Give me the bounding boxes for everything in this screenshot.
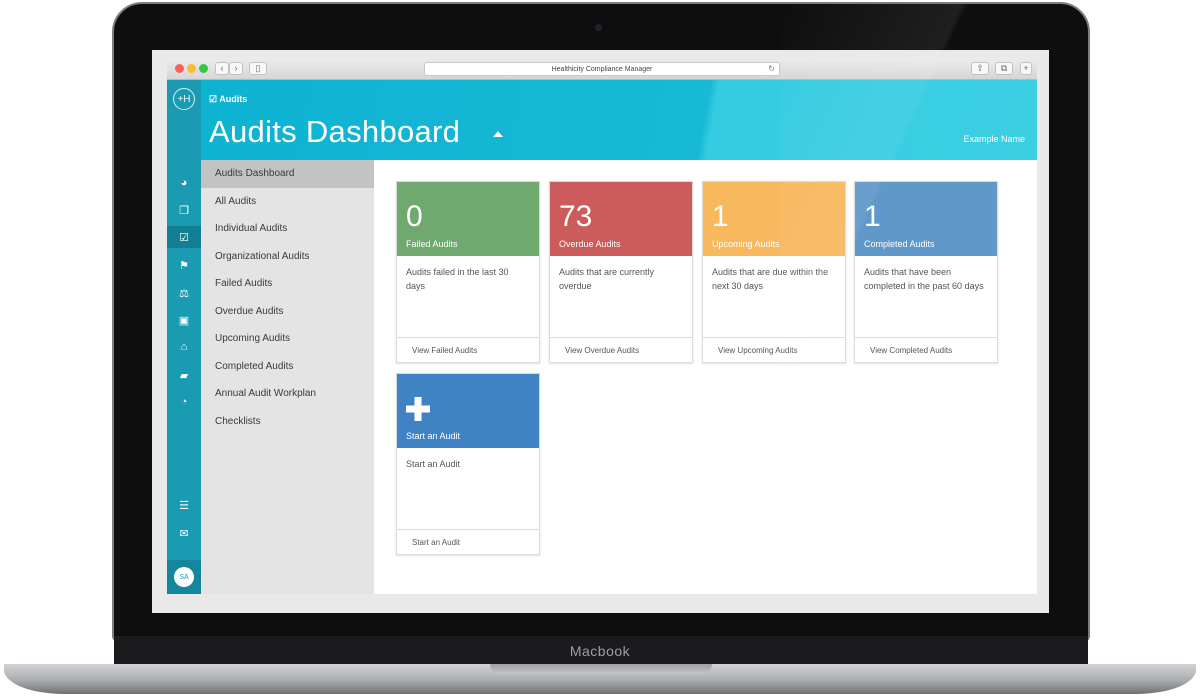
card-link-overdue-audits[interactable]: View Overdue Audits bbox=[550, 337, 692, 363]
dashboard-gauge-icon[interactable]: ◕ bbox=[167, 172, 201, 194]
new-tab-icon[interactable]: + bbox=[1020, 62, 1032, 75]
browser-window: ‹ › ▯ Healthicity Compliance Manager ↻ ⇧… bbox=[167, 58, 1037, 594]
pie-chart-icon[interactable]: ◔ bbox=[167, 391, 201, 413]
card-link-failed-audits[interactable]: View Failed Audits bbox=[397, 337, 539, 363]
card-title: Overdue Audits bbox=[559, 239, 621, 249]
breadcrumb[interactable]: ☑ Audits bbox=[209, 94, 247, 105]
card-header: 1 Completed Audits bbox=[855, 182, 997, 256]
reload-icon[interactable]: ↻ bbox=[768, 64, 775, 73]
card-description: Audits that are due within the next 30 d… bbox=[712, 267, 829, 291]
card-title: Upcoming Audits bbox=[712, 239, 780, 249]
folder-open-icon[interactable]: ▰ bbox=[167, 364, 201, 386]
page-header: ☑ Audits Audits Dashboard Example Name bbox=[201, 80, 1037, 160]
card-description: Audits that are currently overdue bbox=[559, 267, 655, 291]
minimize-window-button[interactable] bbox=[187, 64, 196, 73]
documents-icon[interactable]: ❐ bbox=[167, 199, 201, 221]
card-title: Start an Audit bbox=[406, 431, 461, 441]
card-title: Failed Audits bbox=[406, 239, 458, 249]
card-link-upcoming-audits[interactable]: View Upcoming Audits bbox=[703, 337, 845, 363]
chevron-left-icon[interactable]: ‹ bbox=[215, 62, 229, 75]
sidebar-toggle-icon[interactable]: ▯ bbox=[249, 62, 267, 75]
laptop-brand-label: Macbook bbox=[569, 643, 631, 659]
chevron-right-icon[interactable]: › bbox=[229, 62, 243, 75]
card-failed-audits[interactable]: 0 Failed Audits Audits failed in the last … bbox=[396, 181, 540, 363]
card-link-start-an-audit[interactable]: Start an Audit bbox=[397, 529, 539, 555]
card-link-completed-audits[interactable]: View Completed Audits bbox=[855, 337, 997, 363]
card-header: 73 Overdue Audits bbox=[550, 182, 692, 256]
subnav-item-failed-audits[interactable]: Failed Audits bbox=[201, 270, 374, 298]
laptop-screen: ‹ › ▯ Healthicity Compliance Manager ↻ ⇧… bbox=[152, 50, 1049, 613]
plus-icon bbox=[406, 397, 430, 421]
card-completed-audits[interactable]: 1 Completed Audits Audits that have been c… bbox=[854, 181, 998, 363]
laptop-hinge-notch bbox=[490, 664, 712, 674]
app-logo[interactable]: +H bbox=[173, 88, 195, 110]
address-bar[interactable]: Healthicity Compliance Manager ↻ bbox=[424, 62, 780, 76]
card-count: 73 bbox=[559, 200, 593, 233]
close-window-button[interactable] bbox=[175, 64, 184, 73]
caret-up-icon[interactable] bbox=[493, 131, 503, 137]
app-root: +H ◕ ❐ ☑ ⚑ ⚖ ▣ ⌂ ▰ ◔ ☰ ✉ SA ☑ Audits Audits Dashbo… bbox=[167, 80, 1037, 594]
subnav-item-organizational-audits[interactable]: Organizational Audits bbox=[201, 243, 374, 271]
card-description: Audits that have been completed in the p… bbox=[864, 267, 984, 291]
card-header: 1 Upcoming Audits bbox=[703, 182, 845, 256]
envelope-icon[interactable]: ✉ bbox=[167, 522, 201, 544]
dashboard-content: 0 Failed Audits Audits failed in the last … bbox=[374, 160, 1037, 594]
subnav-item-audits-dashboard[interactable]: Audits Dashboard bbox=[201, 160, 374, 188]
page-url-title: Healthicity Compliance Manager bbox=[551, 65, 653, 73]
briefcase-icon[interactable]: ▣ bbox=[167, 309, 201, 331]
icon-rail: +H ◕ ❐ ☑ ⚑ ⚖ ▣ ⌂ ▰ ◔ ☰ ✉ SA bbox=[167, 80, 201, 594]
subnav-item-individual-audits[interactable]: Individual Audits bbox=[201, 215, 374, 243]
camera bbox=[595, 24, 602, 31]
subnav-item-checklists[interactable]: Checklists bbox=[201, 408, 374, 436]
card-count: 1 bbox=[864, 200, 881, 233]
card-description: Start an Audit bbox=[406, 459, 461, 469]
balance-scale-icon[interactable]: ⚖ bbox=[167, 282, 201, 304]
list-ordered-icon[interactable]: ☰ bbox=[167, 494, 201, 516]
tabs-icon[interactable]: ⧉ bbox=[995, 62, 1013, 75]
avatar[interactable]: SA bbox=[174, 567, 194, 587]
share-icon[interactable]: ⇧ bbox=[971, 62, 989, 75]
card-start-an-audit[interactable]: Start an Audit Start an Audit Start an Aud… bbox=[396, 373, 540, 555]
card-description: Audits failed in the last 30 days bbox=[406, 267, 509, 291]
audits-check-icon[interactable]: ☑ bbox=[167, 226, 201, 248]
user-name[interactable]: Example Name bbox=[963, 134, 1025, 144]
card-title: Completed Audits bbox=[864, 239, 935, 249]
page-title: Audits Dashboard bbox=[209, 114, 461, 149]
flag-icon[interactable]: ⚑ bbox=[167, 254, 201, 276]
browser-toolbar: ‹ › ▯ Healthicity Compliance Manager ↻ ⇧… bbox=[167, 58, 1037, 80]
subnav-item-upcoming-audits[interactable]: Upcoming Audits bbox=[201, 325, 374, 353]
zoom-window-button[interactable] bbox=[199, 64, 208, 73]
audits-subnav: Audits Dashboard All Audits Individual Aud… bbox=[201, 160, 374, 594]
card-count: 1 bbox=[712, 200, 729, 233]
card-overdue-audits[interactable]: 73 Overdue Audits Audits that are currentl… bbox=[549, 181, 693, 363]
card-header: 0 Failed Audits bbox=[397, 182, 539, 256]
card-header: Start an Audit bbox=[397, 374, 539, 448]
institution-icon[interactable]: ⌂ bbox=[167, 336, 201, 358]
subnav-item-all-audits[interactable]: All Audits bbox=[201, 188, 374, 216]
subnav-item-completed-audits[interactable]: Completed Audits bbox=[201, 353, 374, 381]
card-upcoming-audits[interactable]: 1 Upcoming Audits Audits that are due with… bbox=[702, 181, 846, 363]
card-count: 0 bbox=[406, 200, 423, 233]
subnav-item-annual-audit-workplan[interactable]: Annual Audit Workplan bbox=[201, 380, 374, 408]
subnav-item-overdue-audits[interactable]: Overdue Audits bbox=[201, 298, 374, 326]
